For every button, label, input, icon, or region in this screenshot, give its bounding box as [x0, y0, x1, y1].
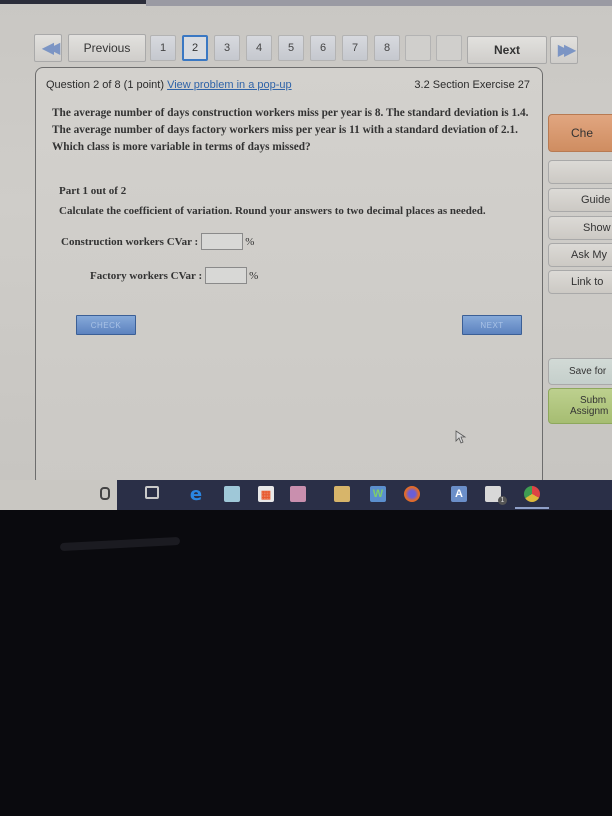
- chrome-icon[interactable]: [524, 486, 540, 502]
- submit-line-1: Subm: [580, 395, 607, 406]
- last-page-arrow-icon[interactable]: ▶▶: [550, 36, 578, 64]
- store-icon[interactable]: ▦: [258, 486, 274, 502]
- factory-cvar-label: Factory workers CVar :: [90, 269, 203, 282]
- question-header: Question 2 of 8 (1 point) View problem i…: [46, 79, 292, 91]
- mail-badge: 1: [498, 496, 507, 505]
- edge-icon[interactable]: e: [188, 484, 204, 505]
- previous-button[interactable]: Previous: [68, 34, 146, 62]
- next-part-button[interactable]: NEXT: [462, 315, 522, 335]
- dark-background: [0, 510, 612, 816]
- factory-cvar-input[interactable]: [205, 267, 248, 284]
- task-view-icon[interactable]: [145, 486, 159, 499]
- link-to-button[interactable]: Link to: [548, 270, 612, 294]
- microphone-icon[interactable]: [100, 487, 110, 500]
- gauge-app-icon[interactable]: [334, 486, 350, 502]
- construction-cvar-input[interactable]: [201, 233, 244, 250]
- ask-my-instructor-button[interactable]: Ask My: [548, 243, 612, 267]
- page-4-button[interactable]: 4: [246, 35, 272, 61]
- guide-button[interactable]: Guide: [548, 188, 612, 212]
- construction-cvar-label: Construction workers CVar :: [61, 235, 199, 248]
- page-2-button[interactable]: 2: [182, 35, 208, 61]
- page-7-button[interactable]: 7: [342, 35, 368, 61]
- show-button[interactable]: Show: [548, 216, 612, 240]
- acrobat-icon[interactable]: A: [451, 486, 467, 502]
- submit-line-2: Assignm: [570, 406, 609, 417]
- question-text: The average number of days construction …: [52, 107, 529, 153]
- page-8-button[interactable]: 8: [374, 35, 400, 61]
- page-5-button[interactable]: 5: [278, 35, 304, 61]
- screen: ◀◀ Previous 1 2 3 4 5 6 7 8 Next ▶▶ Ques…: [0, 0, 612, 510]
- question-panel: Question 2 of 8 (1 point) View problem i…: [35, 67, 543, 487]
- first-page-arrow-icon[interactable]: ◀◀: [34, 34, 62, 62]
- word-icon[interactable]: W: [370, 486, 386, 502]
- next-button[interactable]: Next: [467, 36, 547, 64]
- mouse-cursor-icon: [455, 430, 467, 444]
- save-for-later-button[interactable]: Save for: [548, 358, 612, 385]
- page-6-button[interactable]: 6: [310, 35, 336, 61]
- part-label: Part 1 out of 2: [59, 185, 127, 197]
- check-answer-button[interactable]: Che: [548, 114, 612, 152]
- firefox-icon[interactable]: [404, 486, 420, 502]
- page-3-button[interactable]: 3: [214, 35, 240, 61]
- page-blank-button[interactable]: [436, 35, 462, 61]
- top-bar-light: [146, 0, 612, 6]
- page-1-button[interactable]: 1: [150, 35, 176, 61]
- section-label: 3.2 Section Exercise 27: [414, 79, 530, 91]
- instruction-text: Calculate the coefficient of variation. …: [59, 205, 486, 217]
- submit-assignment-button[interactable]: Subm Assignm: [548, 388, 612, 424]
- factory-cvar-row: Factory workers CVar : %: [90, 267, 258, 284]
- file-explorer-icon[interactable]: [224, 486, 240, 502]
- top-bar-dark: [0, 0, 146, 4]
- percent-unit: %: [245, 235, 255, 248]
- check-button[interactable]: CHECK: [76, 315, 136, 335]
- pinned-app-icon[interactable]: [290, 486, 306, 502]
- construction-cvar-row: Construction workers CVar : %: [61, 233, 254, 250]
- view-popup-link[interactable]: View problem in a pop-up: [167, 79, 292, 91]
- percent-unit: %: [249, 269, 259, 282]
- question-number: Question 2 of 8 (1 point): [46, 79, 165, 91]
- sidebar-s-button[interactable]: S: [548, 160, 612, 184]
- page-blank-button[interactable]: [405, 35, 431, 61]
- active-app-indicator: [515, 507, 549, 509]
